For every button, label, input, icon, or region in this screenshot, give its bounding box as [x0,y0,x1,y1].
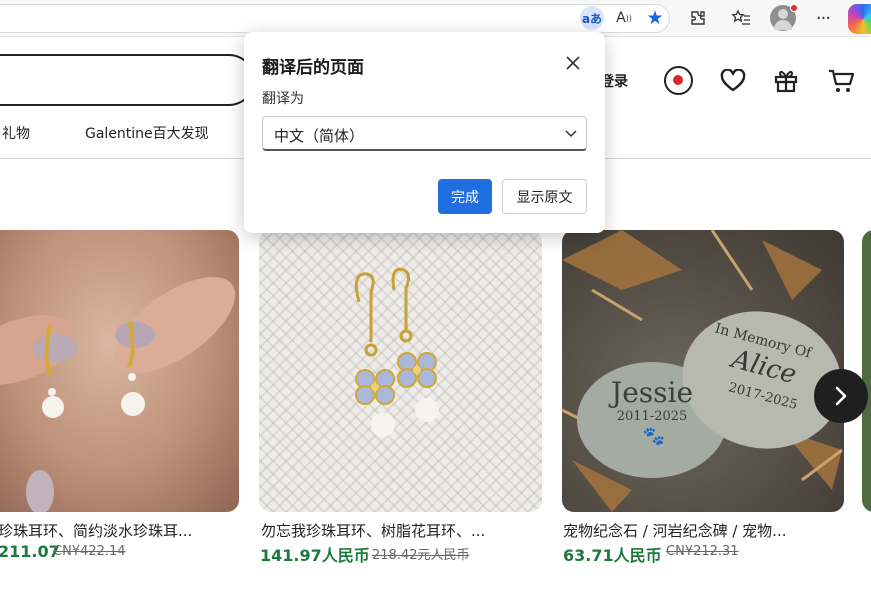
nav-item-gifts[interactable]: 礼物 [2,123,30,143]
heart-icon[interactable] [718,66,748,96]
show-original-button[interactable]: 显示原文 [502,179,587,214]
notification-dot [790,4,798,12]
cart-icon[interactable] [826,66,856,96]
chevron-down-icon [565,130,577,138]
translate-icon[interactable]: aあ [580,6,604,30]
gift-icon[interactable] [771,66,801,96]
product-title[interactable]: 宠物纪念石 / 河岩纪念碑 / 宠物... [563,520,787,541]
popup-title: 翻译后的页面 [262,58,364,78]
language-select[interactable]: 中文（简体） [262,116,587,151]
translate-popup: 翻译后的页面 翻译为 中文（简体） 完成 显示原文 [244,32,605,233]
search-input[interactable] [0,54,255,106]
stone-jessie-name: Jessie [608,376,693,409]
product-title[interactable]: 勿忘我珍珠耳环、树脂花耳环、... [261,520,485,541]
read-aloud-icon[interactable]: A)) [612,6,636,30]
product-image-partial[interactable] [862,230,871,512]
product-image-forget-me-not-earrings[interactable] [259,230,542,512]
product-price: 63.71人民币 [563,546,662,565]
chevron-right-icon [835,386,847,406]
paw-print-icon: 🐾 [643,426,665,447]
more-options-icon[interactable]: ··· [811,6,835,30]
translate-to-label: 翻译为 [262,91,304,107]
favorite-star-icon[interactable]: ★ [643,6,667,30]
favorites-icon[interactable] [729,6,753,30]
close-icon[interactable] [562,52,584,74]
carousel-next-button[interactable] [814,369,868,423]
product-price: 211.07 [0,542,60,561]
product-title[interactable]: 珍珠耳环、简约淡水珍珠耳... [0,520,192,541]
profile-avatar[interactable] [770,4,798,31]
product-image-pearl-earrings[interactable] [0,230,239,512]
product-original-price: 218.42元人民币 [372,548,470,563]
language-select-value: 中文（简体） [274,127,365,145]
product-original-price: CN¥422.14 [53,544,126,559]
read-aloud-glyph: A [616,10,626,26]
product-original-price: CN¥212.31 [666,544,739,559]
copilot-icon[interactable] [848,4,871,34]
product-price: 141.97人民币 [260,546,370,565]
record-icon[interactable] [664,66,693,95]
nav-item-galentine[interactable]: Galentine百大发现 [85,123,209,143]
address-bar[interactable] [0,4,670,33]
extensions-icon[interactable] [686,6,710,30]
product-image-pet-memorial-stones[interactable]: Jessie 2011-2025 🐾 In Memory Of Alice 20… [562,230,844,512]
done-button[interactable]: 完成 [438,179,492,214]
stone-jessie-years: 2011-2025 [617,409,688,424]
